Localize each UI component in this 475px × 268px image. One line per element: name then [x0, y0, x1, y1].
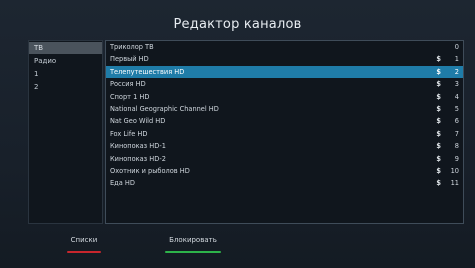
- scroll-more-indicator: [106, 220, 463, 222]
- channel-row[interactable]: Кинопоказ HD-1 $8: [106, 140, 463, 152]
- channel-number: 9: [454, 154, 459, 163]
- footer-bar: Списки Блокировать: [0, 235, 475, 265]
- channel-editor-screen: Редактор каналов ТВ Радио 1 2 Триколор ТВ 0 П…: [0, 0, 475, 268]
- paid-icon: $: [436, 55, 441, 64]
- channel-number: 4: [454, 92, 459, 101]
- channel-row[interactable]: Еда HD $11: [106, 177, 463, 189]
- green-key-indicator: [165, 251, 221, 253]
- channel-number: 5: [454, 104, 459, 113]
- paid-icon: $: [436, 142, 441, 151]
- category-list: ТВ Радио 1 2: [28, 40, 103, 224]
- paid-icon: $: [436, 67, 441, 76]
- channel-name: Телепутешествия HD: [110, 67, 185, 76]
- channel-name: Россия HD: [110, 80, 146, 89]
- channel-number: 7: [454, 129, 459, 138]
- lists-button-label: Списки: [70, 236, 98, 244]
- channel-number: 0: [454, 43, 459, 51]
- paid-icon: $: [436, 80, 441, 89]
- channel-number: 2: [454, 67, 459, 76]
- channel-number: 6: [454, 117, 459, 126]
- channel-row[interactable]: Nat Geo Wild HD $6: [106, 115, 463, 127]
- channel-name: Кинопоказ HD-2: [110, 154, 166, 163]
- paid-icon: $: [436, 179, 441, 188]
- channel-row[interactable]: Телепутешествия HD $2: [106, 65, 463, 79]
- category-item[interactable]: Радио: [29, 55, 102, 67]
- paid-icon: $: [436, 129, 441, 138]
- channel-name: National Geographic Channel HD: [110, 104, 219, 113]
- channel-row[interactable]: Кинопоказ HD-2 $9: [106, 153, 463, 165]
- lists-button[interactable]: Списки: [67, 235, 101, 253]
- category-item[interactable]: 1: [29, 68, 102, 80]
- channel-row[interactable]: Спорт 1 HD $4: [106, 91, 463, 103]
- channel-name: Еда HD: [110, 179, 135, 188]
- paid-icon: $: [436, 166, 441, 175]
- channel-name: Первый HD: [110, 55, 149, 64]
- channel-name: Спорт 1 HD: [110, 92, 150, 101]
- channel-row[interactable]: Охотник и рыболов HD $10: [106, 165, 463, 177]
- category-item[interactable]: ТВ: [29, 42, 102, 54]
- channel-name: Охотник и рыболов HD: [110, 166, 190, 175]
- channel-number: 1: [454, 55, 459, 64]
- paid-icon: $: [436, 92, 441, 101]
- channel-name: Nat Geo Wild HD: [110, 117, 166, 126]
- channel-number: 8: [454, 142, 459, 151]
- channel-number: 3: [454, 80, 459, 89]
- channel-row[interactable]: Россия HD $3: [106, 78, 463, 90]
- channel-name: Кинопоказ HD-1: [110, 142, 166, 151]
- paid-icon: $: [436, 154, 441, 163]
- category-item[interactable]: 2: [29, 81, 102, 93]
- channel-number: 10: [450, 166, 459, 175]
- channel-name: Триколор ТВ: [110, 43, 154, 51]
- channel-list: Триколор ТВ 0 Первый HD $1 Телепутешествия H…: [105, 40, 464, 224]
- channel-number: 11: [450, 179, 459, 188]
- channel-row[interactable]: Первый HD $1: [106, 53, 463, 65]
- paid-icon: $: [436, 104, 441, 113]
- block-button-label: Блокировать: [169, 236, 217, 244]
- block-button[interactable]: Блокировать: [165, 235, 221, 253]
- channel-name: Fox Life HD: [110, 129, 148, 138]
- channel-row[interactable]: Триколор ТВ 0: [106, 41, 463, 53]
- paid-icon: $: [436, 117, 441, 126]
- page-title: Редактор каналов: [173, 17, 302, 32]
- channel-row[interactable]: National Geographic Channel HD $5: [106, 103, 463, 115]
- red-key-indicator: [67, 251, 101, 253]
- channel-row[interactable]: Fox Life HD $7: [106, 128, 463, 140]
